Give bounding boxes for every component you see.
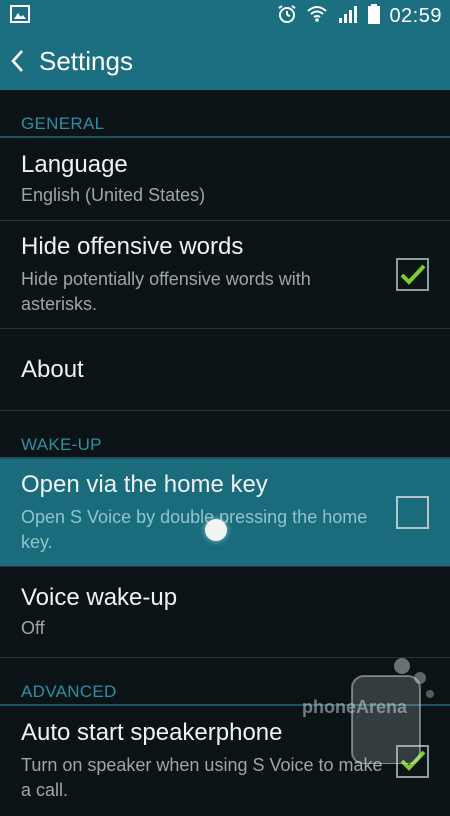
image-icon: [10, 5, 30, 28]
chevron-left-icon[interactable]: [10, 46, 32, 76]
setting-subtitle: Hide potentially offensive words with as…: [21, 267, 384, 317]
setting-voice-wakeup[interactable]: Voice wake-up Off: [0, 567, 450, 658]
setting-subtitle: English (United States): [21, 183, 429, 208]
setting-title: Voice wake-up: [21, 584, 429, 612]
touch-indicator: [205, 519, 227, 541]
open-home-key-checkbox[interactable]: [396, 496, 429, 529]
setting-subtitle: Open S Voice by double pressing the home…: [21, 505, 384, 555]
section-header-wakeup: WAKE-UP: [0, 411, 450, 459]
setting-open-via-home-key[interactable]: Open via the home key Open S Voice by do…: [0, 459, 450, 567]
checkmark-icon: [399, 263, 427, 287]
setting-about[interactable]: About: [0, 329, 450, 411]
status-bar: 02:59: [0, 0, 450, 32]
battery-icon: [368, 4, 380, 29]
alarm-icon: [277, 4, 297, 29]
watermark-text: phoneArena: [302, 697, 407, 718]
action-bar: Settings: [0, 32, 450, 90]
signal-icon: [337, 4, 359, 29]
setting-title: Language: [21, 151, 429, 179]
setting-subtitle: Off: [21, 616, 429, 641]
status-time: 02:59: [389, 5, 442, 28]
setting-title: About: [21, 356, 429, 384]
setting-language[interactable]: Language English (United States): [0, 138, 450, 221]
setting-hide-offensive-words[interactable]: Hide offensive words Hide potentially of…: [0, 221, 450, 329]
page-title[interactable]: Settings: [39, 46, 133, 77]
wifi-icon: [306, 4, 328, 29]
section-header-general: GENERAL: [0, 90, 450, 138]
setting-title: Open via the home key: [21, 471, 384, 499]
hide-offensive-checkbox[interactable]: [396, 258, 429, 291]
phonearena-watermark: phoneArena: [294, 654, 444, 764]
setting-title: Hide offensive words: [21, 233, 384, 261]
